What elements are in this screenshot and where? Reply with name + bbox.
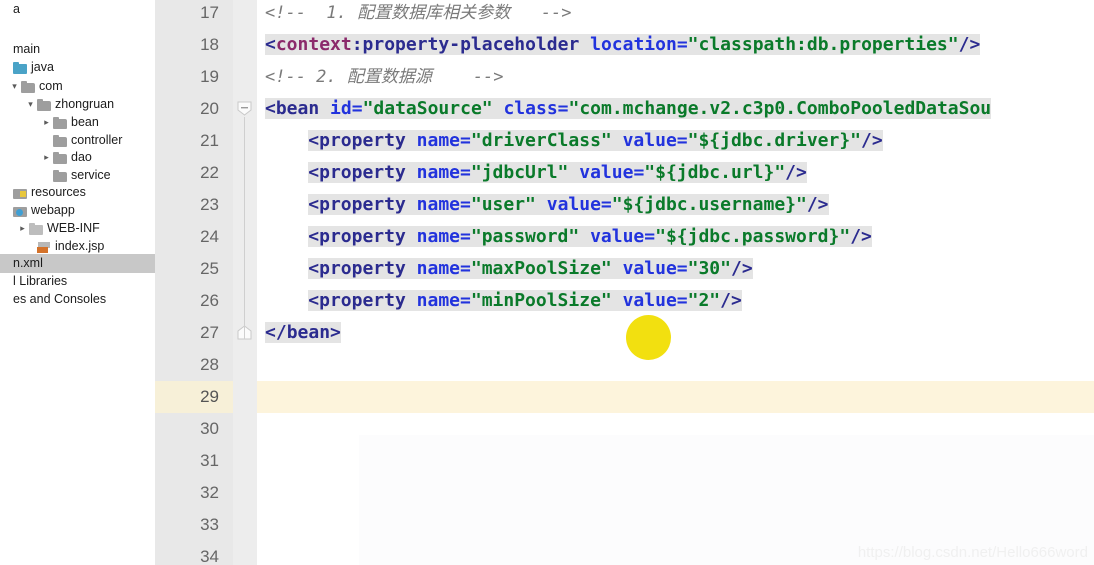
-folder-icon	[21, 80, 36, 93]
line-number: 31	[200, 451, 219, 470]
tree-item-webapp[interactable]: webapp	[0, 201, 155, 220]
jsp-file-icon	[37, 241, 52, 253]
chevron-down-icon[interactable]: ▾	[8, 77, 21, 96]
tree-item-resources[interactable]: resources	[0, 183, 155, 202]
tree-item-java[interactable]: java	[0, 58, 155, 77]
src-folder-icon	[13, 61, 28, 74]
web-folder-icon	[13, 205, 28, 217]
tree-item-es-and-consoles[interactable]: es and Consoles	[0, 290, 155, 309]
code-selection-span: <context:property-placeholder location="…	[265, 34, 981, 55]
line-number: 29	[200, 387, 219, 406]
-folder-icon	[53, 134, 68, 147]
fold-range-line	[244, 117, 245, 339]
code-comment-line: <!-- 1. 配置数据库相关参数 -->	[265, 3, 572, 23]
line-number: 30	[200, 419, 219, 438]
tree-item-n-xml[interactable]: n.xml	[0, 254, 155, 273]
res-folder-icon	[13, 187, 28, 199]
click-highlight-dot	[626, 315, 671, 360]
line-number: 23	[200, 195, 219, 214]
code-selection-span: <property name="user" value="${jdbc.user…	[308, 194, 829, 215]
tree-item-label: com	[39, 79, 63, 93]
tree-item-label: bean	[71, 115, 99, 129]
tree-item-bean[interactable]: ▸ bean	[0, 113, 155, 132]
line-number: 32	[200, 483, 219, 502]
code-comment-line: <!-- 2. 配置数据源 -->	[265, 67, 504, 87]
xml-code-editor[interactable]: 17 18 19 20 21 22 23 24 25 26 27 28 29 30 31 32 33 34 <!-…	[155, 0, 1094, 565]
watermark-text: https://blog.csdn.net/Hello666word	[857, 544, 1088, 561]
-folder-icon	[53, 116, 68, 129]
tree-item-label: webapp	[31, 203, 75, 217]
line-number: 26	[200, 291, 219, 310]
tree-item-label: resources	[31, 185, 86, 199]
current-line-highlight	[257, 381, 1094, 413]
ide-window: a main java ▾ com ▾ zhongruan ▸ bean controlle…	[0, 0, 1094, 565]
tree-item-label: main	[13, 42, 41, 56]
line-number: 19	[200, 67, 219, 86]
tree-item-a[interactable]: a	[0, 0, 155, 19]
fold-collapse-icon[interactable]	[237, 101, 252, 116]
line-number: 24	[200, 227, 219, 246]
code-line: <property name="driverClass" value="${jd…	[308, 125, 883, 157]
line-number: 18	[200, 35, 219, 54]
code-line: </bean>	[265, 317, 341, 349]
code-line: <property name="minPoolSize" value="2"/>	[308, 285, 742, 317]
tree-item-label: l Libraries	[13, 274, 68, 288]
-folder-icon	[53, 151, 68, 164]
code-line: <property name="user" value="${jdbc.user…	[308, 189, 829, 221]
-folder-icon	[53, 169, 68, 182]
project-explorer[interactable]: a main java ▾ com ▾ zhongruan ▸ bean controlle…	[0, 0, 155, 565]
line-number: 33	[200, 515, 219, 534]
code-selection-span: <bean id="dataSource" class="com.mchange…	[265, 98, 992, 119]
code-selection-span: <property name="minPoolSize" value="2"/>	[308, 290, 742, 311]
tree-item-zhongruan[interactable]: ▾ zhongruan	[0, 95, 155, 114]
line-number: 28	[200, 355, 219, 374]
tree-item-label: WEB-INF	[47, 221, 100, 235]
tree-item-web-inf[interactable]: ▸ WEB-INF	[0, 219, 155, 238]
line-number: 21	[200, 131, 219, 150]
code-line: <property name="maxPoolSize" value="30"/…	[308, 253, 753, 285]
code-selection-span: <property name="password" value="${jdbc.…	[308, 226, 872, 247]
tree-item-label: a	[13, 2, 20, 16]
chevron-right-icon[interactable]: ▸	[40, 148, 53, 167]
tree-item-l-libraries[interactable]: l Libraries	[0, 272, 155, 291]
tree-item-label: zhongruan	[55, 97, 115, 111]
tree-item-label: es and Consoles	[13, 292, 107, 306]
code-selection-span: <property name="jdbcUrl" value="${jdbc.u…	[308, 162, 807, 183]
tree-item-label: java	[31, 60, 54, 74]
line-number: 25	[200, 259, 219, 278]
chevron-right-icon[interactable]: ▸	[40, 113, 53, 132]
code-line: <property name="password" value="${jdbc.…	[308, 221, 872, 253]
tree-item-label: dao	[71, 150, 92, 164]
code-line: <property name="jdbcUrl" value="${jdbc.u…	[308, 157, 807, 189]
code-text-area[interactable]: <!-- 1. 配置数据库相关参数 --> <context:property-p…	[257, 0, 1094, 565]
code-selection-span: </bean>	[265, 322, 341, 343]
line-number: 17	[200, 3, 219, 22]
tree-item-dao[interactable]: ▸ dao	[0, 148, 155, 167]
line-number: 27	[200, 323, 219, 342]
tree-item-main[interactable]: main	[0, 40, 155, 59]
line-number: 20	[200, 99, 219, 118]
chevron-right-icon[interactable]: ▸	[16, 219, 29, 238]
line-number-gutter: 17 18 19 20 21 22 23 24 25 26 27 28 29 30 31 32 33 34	[155, 0, 233, 565]
chevron-down-icon[interactable]: ▾	[24, 95, 37, 114]
code-selection-span: <property name="maxPoolSize" value="30"/…	[308, 258, 753, 279]
code-line: <bean id="dataSource" class="com.mchange…	[265, 93, 992, 125]
code-line: <context:property-placeholder location="…	[265, 29, 981, 61]
line-number: 34	[200, 547, 219, 565]
tree-item-com[interactable]: ▾ com	[0, 77, 155, 96]
tree-item-label: n.xml	[13, 256, 43, 270]
code-selection-span: <property name="driverClass" value="${jd…	[308, 130, 883, 151]
plain-folder-icon	[29, 222, 44, 235]
-folder-icon	[37, 98, 52, 111]
line-number: 22	[200, 163, 219, 182]
folding-gutter[interactable]	[233, 0, 257, 565]
